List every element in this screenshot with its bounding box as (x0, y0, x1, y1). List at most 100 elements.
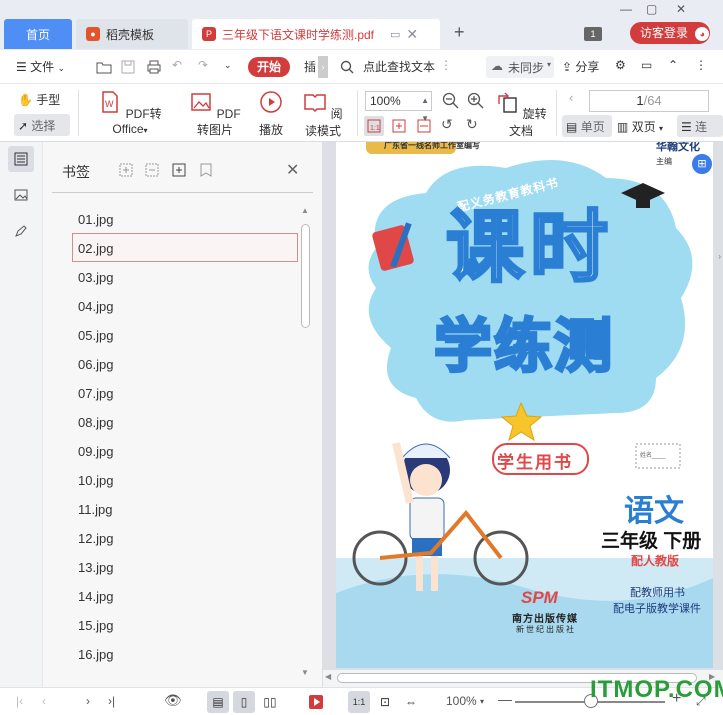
scroll-down-icon[interactable]: ▼ (301, 668, 309, 677)
fit-page-status-button[interactable]: ⊡ (374, 691, 396, 713)
prev-page-status-icon[interactable]: ‹ (42, 694, 46, 708)
bookmark-item[interactable]: 05.jpg (72, 320, 298, 349)
pdf-to-office-button[interactable]: W PDF转Office▾ (90, 90, 170, 136)
bookmark-item[interactable]: 07.jpg (72, 378, 298, 407)
bookmark-panel: 书签 ✕ 01.jpg 02.jpg 03.jpg 04.jpg 05.jpg 06.jp… (43, 142, 323, 687)
page-number-input[interactable]: 1/64 (589, 90, 709, 112)
next-page-status-icon[interactable]: › (86, 694, 90, 708)
double-page-view-button[interactable]: ▯▯ (259, 691, 281, 713)
bookmark-item[interactable]: 16.jpg (72, 639, 298, 668)
single-page-button[interactable]: ▤ 单页 (562, 115, 612, 137)
add-bookmark-icon[interactable] (171, 162, 187, 178)
fit-page-icon[interactable] (391, 118, 407, 134)
double-page-button[interactable]: ▥ 双页 ▾ (617, 118, 663, 135)
first-page-icon[interactable]: |‹ (16, 694, 23, 708)
hand-tool-button[interactable]: ✋ 手型 (18, 91, 60, 108)
settings-gear-icon[interactable]: ⚙ (615, 58, 626, 72)
zoom-in-icon[interactable] (467, 92, 485, 110)
new-tab-button[interactable]: + (454, 22, 465, 43)
sync-button[interactable]: ☁ 未同步 ▾ (486, 56, 554, 78)
window-count-badge[interactable]: 1 (584, 27, 602, 41)
redo-icon[interactable]: ↷ (198, 58, 208, 72)
bookmark-item[interactable]: 14.jpg (72, 581, 298, 610)
pdf-to-image-button[interactable]: PDF转图片 (184, 90, 246, 138)
bookmark-item[interactable]: 04.jpg (72, 291, 298, 320)
scroll-left-icon[interactable]: ◀ (325, 672, 331, 681)
insert-tab[interactable]: 插 (304, 58, 316, 75)
fit-width-status-button[interactable]: ⇔ (400, 691, 422, 713)
print-icon[interactable] (146, 60, 162, 74)
bookmark-item[interactable]: 09.jpg (72, 436, 298, 465)
login-button[interactable]: 访客登录 ◕ (630, 22, 710, 44)
share-icon: ⇪ (562, 60, 573, 74)
floating-assist-button[interactable]: ⊞ (690, 152, 713, 176)
tab-templates[interactable]: ● 稻壳模板 (76, 19, 188, 49)
start-tab[interactable]: 开始 (248, 57, 290, 77)
share-button[interactable]: ⇪ 分享 (562, 58, 599, 75)
select-tool-button[interactable]: ➚ 选择 (14, 114, 70, 136)
page-view-button[interactable]: ▯ (233, 691, 255, 713)
play-button[interactable]: 播放 (254, 90, 288, 138)
doc-scroll-right-icon[interactable]: › (718, 252, 721, 261)
actual-size-button[interactable]: 1:1 (364, 116, 384, 136)
bookmark-item[interactable]: 12.jpg (72, 523, 298, 552)
read-mode-button[interactable]: 阅读模式 (298, 90, 348, 139)
thumbnail-panel-button[interactable] (8, 182, 34, 208)
play-status-button[interactable] (305, 691, 327, 713)
bookmark-item[interactable]: 01.jpg (72, 204, 298, 233)
bookmark-item[interactable]: 03.jpg (72, 262, 298, 291)
more-icon[interactable]: ⋮ (440, 58, 452, 72)
cloud-icon: ☁ (491, 59, 503, 73)
pdf-to-office-chevron-icon: ▾ (143, 126, 148, 135)
rotate-document-button[interactable]: 旋转文档 (495, 90, 547, 139)
bookmark-icon[interactable] (198, 162, 214, 178)
rotate-left-icon[interactable]: ↺ (441, 116, 453, 133)
zoom-minus-icon[interactable]: — (498, 691, 512, 707)
collapse-ribbon-icon[interactable]: ⌃ (668, 58, 678, 72)
bookmark-item[interactable]: 02.jpg (72, 233, 298, 262)
maximize-icon[interactable]: ▢ (646, 2, 657, 16)
bookmark-item[interactable]: 15.jpg (72, 610, 298, 639)
expand-all-icon[interactable] (118, 162, 134, 178)
last-page-icon[interactable]: ›| (108, 694, 115, 708)
collapse-all-icon[interactable] (144, 162, 160, 178)
rotate-right-icon[interactable]: ↻ (466, 116, 478, 133)
window-icon[interactable]: ▭ (390, 28, 400, 41)
scroll-up-icon[interactable]: ▲ (301, 206, 309, 215)
status-zoom-value[interactable]: 100% (446, 694, 477, 708)
tab-home[interactable]: 首页 (4, 19, 72, 49)
bookmark-item[interactable]: 08.jpg (72, 407, 298, 436)
scrollbar-thumb[interactable] (301, 224, 310, 328)
comment-icon[interactable]: ▭ (641, 58, 652, 72)
zoom-out-icon[interactable] (442, 92, 460, 110)
close-panel-icon[interactable]: ✕ (286, 160, 299, 180)
document-view[interactable]: 广东省一线名师工作室编写 华翰文化 主编 ⊞ 配义务教育教科书 课时 学练测 学… (323, 142, 723, 670)
bookmark-scrollbar[interactable]: ▲ ▼ (299, 204, 311, 682)
status-zoom-chevron-icon[interactable]: ▾ (480, 697, 484, 706)
prev-page-icon[interactable]: ‹ (569, 90, 573, 105)
annotation-panel-button[interactable] (8, 218, 34, 244)
continuous-button[interactable]: ☰ 连 (677, 115, 723, 137)
single-page-view-button[interactable]: ▤ (207, 691, 229, 713)
actual-size-status-button[interactable]: 1:1 (348, 691, 370, 713)
minimize-icon[interactable]: — (620, 2, 632, 16)
tabs-scroll-right-icon[interactable]: › (318, 56, 328, 78)
quick-access-chevron-icon[interactable]: ⌄ (224, 60, 232, 71)
open-folder-icon[interactable] (96, 60, 112, 74)
bookmark-item[interactable]: 13.jpg (72, 552, 298, 581)
bookmark-item[interactable]: 10.jpg (72, 465, 298, 494)
save-icon[interactable] (121, 60, 135, 74)
search-text-button[interactable]: 点此查找文本 (363, 58, 435, 75)
zoom-select[interactable]: 100% ▲ ▼ (365, 91, 432, 123)
close-window-icon[interactable]: ✕ (676, 2, 686, 16)
bookmark-panel-button[interactable] (8, 146, 34, 172)
close-tab-icon[interactable]: ✕ (406, 26, 418, 43)
more-menu-icon[interactable]: ⋮ (695, 58, 707, 72)
bookmark-item[interactable]: 06.jpg (72, 349, 298, 378)
eye-icon[interactable]: 👁 (164, 692, 182, 709)
undo-icon[interactable]: ↶ (172, 58, 182, 72)
tab-document[interactable]: P 三年级下语文课时学练测.pdf ▭ ✕ (192, 19, 440, 49)
bookmark-item[interactable]: 11.jpg (72, 494, 298, 523)
fit-width-icon[interactable] (416, 118, 432, 134)
file-menu[interactable]: ☰ 文件 ⌄ (16, 58, 65, 75)
